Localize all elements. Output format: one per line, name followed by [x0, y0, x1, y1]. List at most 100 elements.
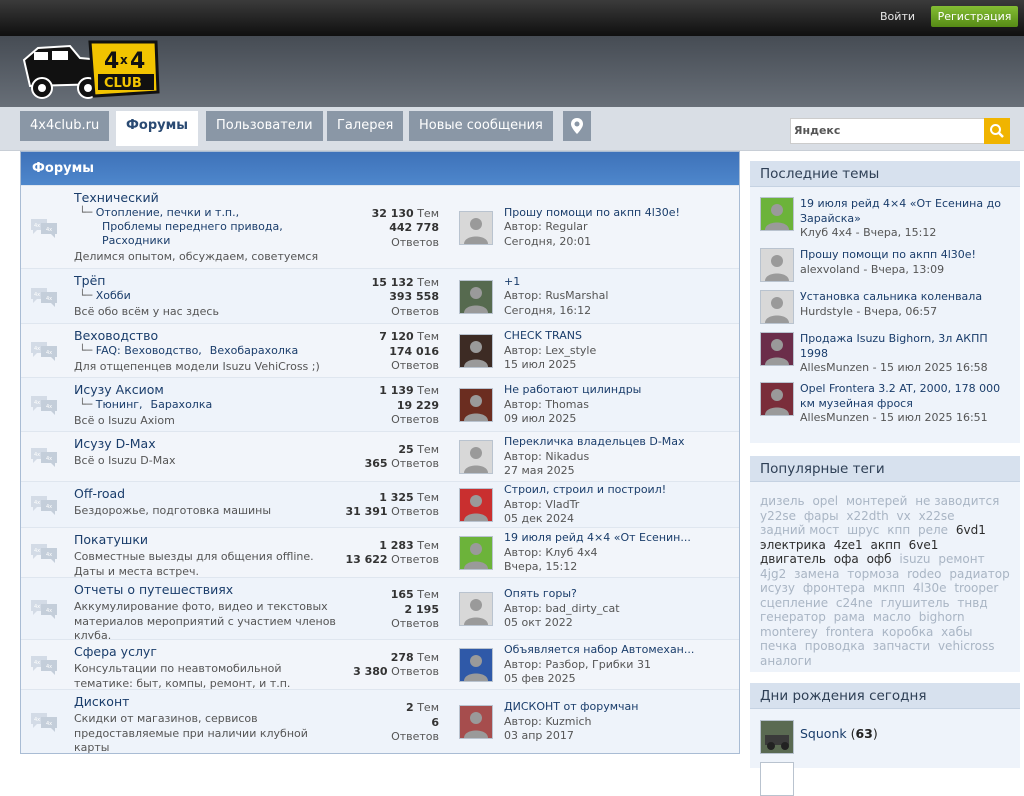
tag-link[interactable]: vx	[897, 509, 911, 523]
tag-link[interactable]: генератор	[760, 610, 826, 624]
last-post-avatar[interactable]	[459, 210, 493, 245]
forum-title[interactable]: Покатушки	[74, 532, 148, 547]
subforum-link[interactable]: Расходники	[102, 234, 170, 247]
forum-title[interactable]: Отчеты о путешествиях	[74, 582, 233, 597]
last-post-avatar[interactable]	[459, 536, 493, 570]
tab-new-posts[interactable]: Новые сообщения	[409, 111, 553, 141]
tag-link[interactable]: масло	[873, 610, 911, 624]
latest-topic-avatar[interactable]	[760, 382, 794, 416]
subforum-link[interactable]: Отопление, печки и т.п.,	[96, 206, 239, 219]
tag-link[interactable]: не заводится	[915, 494, 999, 508]
subforum-link[interactable]: Тюнинг,	[96, 398, 143, 411]
last-post-avatar[interactable]	[459, 705, 493, 739]
tag-link[interactable]: коробка	[882, 625, 934, 639]
last-post-title[interactable]: ДИСКОНТ от форумчан	[504, 700, 734, 715]
tag-link[interactable]: шрус	[847, 523, 879, 537]
tag-link[interactable]: замена	[794, 567, 839, 581]
latest-topic-avatar[interactable]	[760, 197, 794, 231]
latest-topic-avatar[interactable]	[760, 332, 794, 366]
tag-link[interactable]: мкпп	[873, 581, 905, 595]
tag-link[interactable]: opel	[812, 494, 838, 508]
tag-link[interactable]: офб	[867, 552, 892, 566]
tag-link[interactable]: аналоги	[760, 654, 812, 668]
tag-link[interactable]: 4l30e	[913, 581, 947, 595]
subforum-link[interactable]: FAQ: Веховодство,	[96, 344, 202, 357]
last-post-title[interactable]: Строил, строил и построил!	[504, 483, 734, 498]
tab-users[interactable]: Пользователи	[206, 111, 323, 141]
tag-link[interactable]: тормоза	[847, 567, 899, 581]
last-post-title[interactable]: Прошу помощи по акпп 4l30e!	[504, 206, 734, 221]
tag-link[interactable]: сцепление	[760, 596, 828, 610]
forum-title[interactable]: Исузу Аксиом	[74, 382, 164, 397]
tag-link[interactable]: 6vd1	[956, 523, 986, 537]
birthday-avatar-2[interactable]	[760, 762, 794, 796]
tag-link[interactable]: y22se	[760, 509, 796, 523]
last-post-avatar[interactable]	[459, 334, 493, 368]
forum-title[interactable]: Сфера услуг	[74, 644, 157, 659]
last-post-avatar[interactable]	[459, 388, 493, 422]
last-post-title[interactable]: CHECK TRANS	[504, 329, 734, 344]
tag-link[interactable]: x22dth	[846, 509, 888, 523]
club-logo[interactable]: 4 x 4 CLUB	[20, 38, 160, 104]
last-post-avatar[interactable]	[459, 279, 493, 314]
tag-link[interactable]: исузу	[760, 581, 795, 595]
subforum-link[interactable]: Барахолка	[151, 398, 213, 411]
tab-home[interactable]: 4x4club.ru	[20, 111, 110, 141]
tab-gallery[interactable]: Галерея	[327, 111, 404, 141]
latest-topic-title[interactable]: Прошу помощи по акпп 4l30e!	[800, 248, 1015, 263]
latest-topic-title[interactable]: Opel Frontera 3.2 AT, 2000, 178 000 км м…	[800, 382, 1015, 411]
tag-link[interactable]: глушитель	[881, 596, 950, 610]
last-post-avatar[interactable]	[459, 592, 493, 626]
forum-title[interactable]: Технический	[74, 190, 159, 205]
tag-link[interactable]: ремонт	[938, 552, 984, 566]
tag-link[interactable]: офа	[834, 552, 859, 566]
latest-topic-avatar[interactable]	[760, 290, 794, 324]
tag-link[interactable]: trooper	[954, 581, 998, 595]
register-button[interactable]: Регистрация	[931, 6, 1018, 27]
last-post-title[interactable]: Объявляется набор Автомехан...	[504, 643, 734, 658]
tag-link[interactable]: vehicross	[938, 639, 995, 653]
tag-link[interactable]: монтерей	[846, 494, 907, 508]
tag-link[interactable]: запчасти	[873, 639, 930, 653]
search-button[interactable]	[984, 118, 1010, 144]
tag-link[interactable]: электрика	[760, 538, 826, 552]
tag-link[interactable]: акпп	[871, 538, 901, 552]
last-post-avatar[interactable]	[459, 440, 493, 474]
tag-link[interactable]: monterey	[760, 625, 818, 639]
forum-title[interactable]: Исузу D-Max	[74, 436, 156, 451]
last-post-title[interactable]: +1	[504, 275, 734, 290]
tag-link[interactable]: хабы	[941, 625, 972, 639]
tab-forums[interactable]: Форумы	[116, 111, 198, 146]
latest-topic-title[interactable]: Продажа Isuzu Bighorn, 3л АКПП 1998	[800, 332, 1015, 361]
forum-title[interactable]: Дисконт	[74, 694, 129, 709]
last-post-title[interactable]: Опять горы?	[504, 587, 734, 602]
tag-link[interactable]: рама	[834, 610, 865, 624]
subforum-link[interactable]: Хобби	[96, 289, 131, 302]
tag-link[interactable]: двигатель	[760, 552, 826, 566]
tag-link[interactable]: 6ve1	[909, 538, 939, 552]
tag-link[interactable]: c24ne	[836, 596, 873, 610]
tag-link[interactable]: проводка	[805, 639, 865, 653]
forum-title[interactable]: Трёп	[74, 273, 105, 288]
last-post-title[interactable]: Перекличка владельцев D-Max	[504, 435, 734, 450]
tag-link[interactable]: rodeo	[907, 567, 941, 581]
tag-link[interactable]: печка	[760, 639, 797, 653]
last-post-avatar[interactable]	[459, 488, 493, 522]
tag-link[interactable]: frontera	[826, 625, 874, 639]
latest-topic-title[interactable]: 19 июля рейд 4×4 «От Есенина до Зарайска…	[800, 197, 1015, 226]
subforum-link[interactable]: Проблемы переднего привода,	[102, 220, 283, 233]
forum-title[interactable]: Веховодство	[74, 328, 158, 343]
tag-link[interactable]: 4ze1	[834, 538, 863, 552]
tag-link[interactable]: 4jg2	[760, 567, 786, 581]
tag-link[interactable]: дизель	[760, 494, 805, 508]
tag-link[interactable]: тнвд	[957, 596, 987, 610]
last-post-title[interactable]: 19 июля рейд 4×4 «От Есенин...	[504, 531, 734, 546]
tag-link[interactable]: фары	[804, 509, 839, 523]
latest-topic-avatar[interactable]	[760, 248, 794, 282]
tag-link[interactable]: bighorn	[919, 610, 965, 624]
tag-link[interactable]: x22se	[919, 509, 955, 523]
forum-title[interactable]: Off-road	[74, 486, 125, 501]
search-input[interactable]: Яндекс	[790, 118, 985, 144]
tag-link[interactable]: isuzu	[899, 552, 930, 566]
tag-link[interactable]: реле	[918, 523, 948, 537]
